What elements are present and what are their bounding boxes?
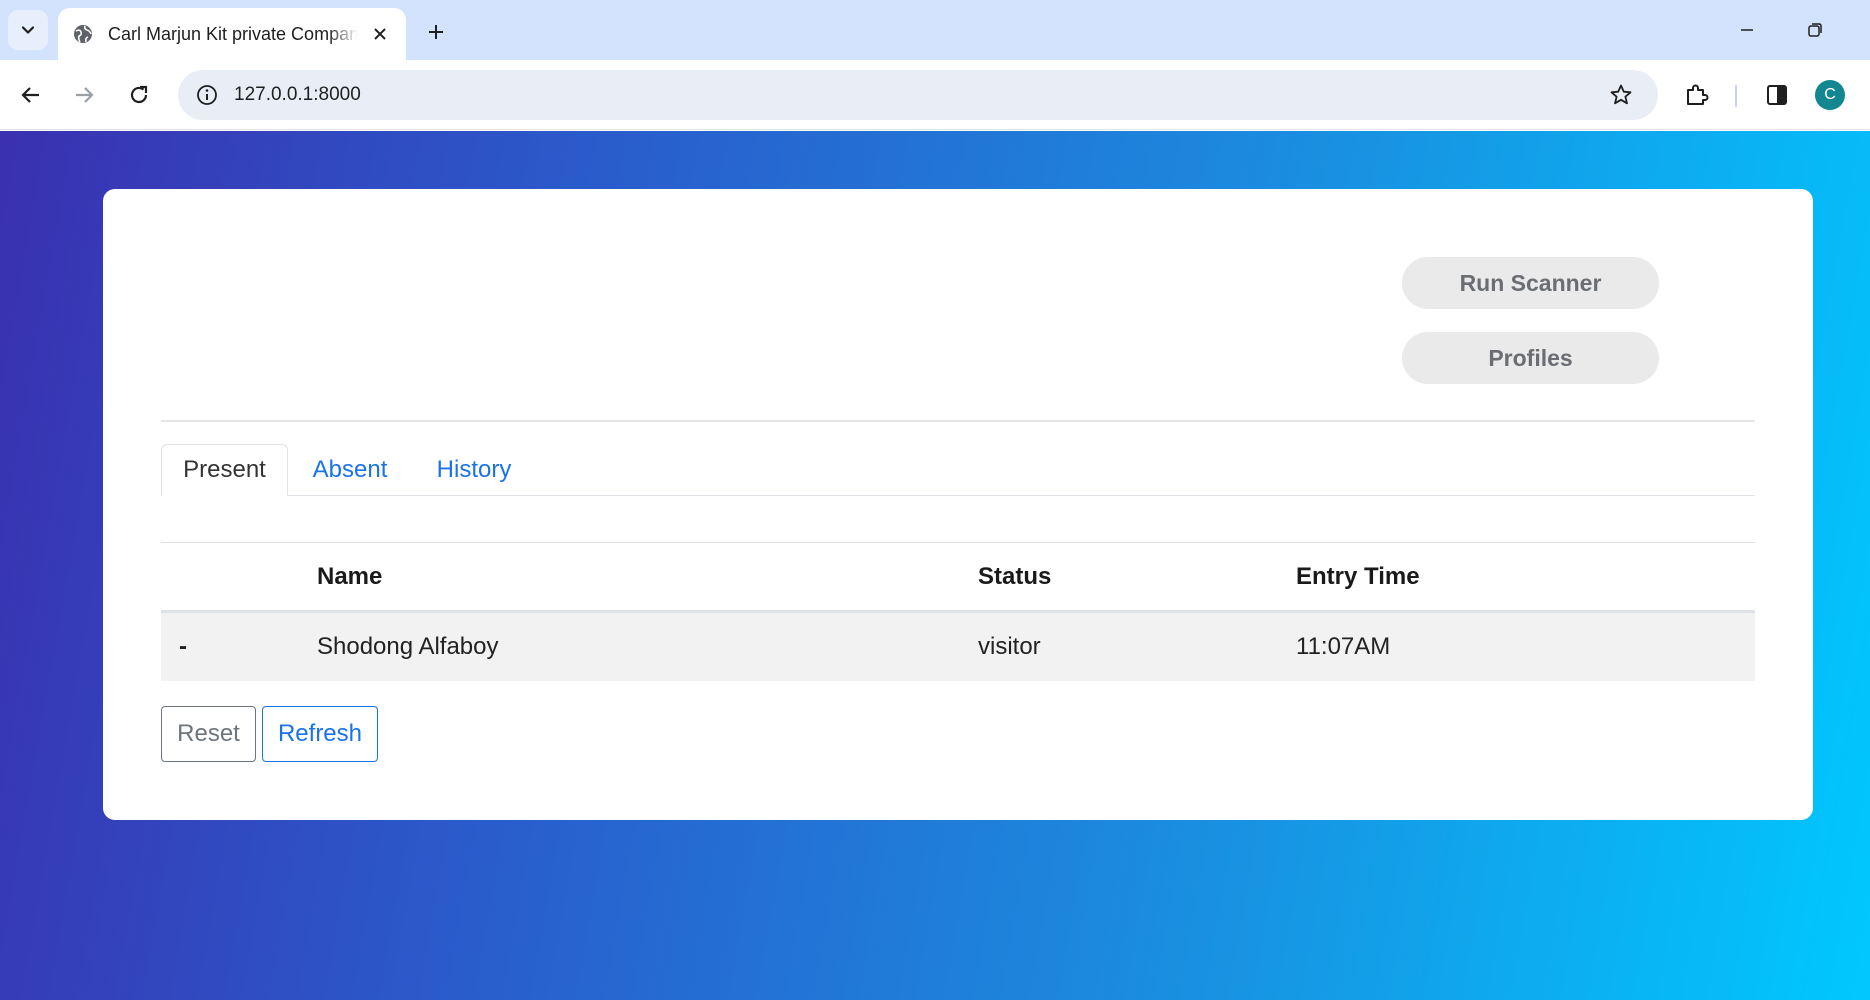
refresh-button[interactable]: Refresh [262,706,378,762]
new-tab-button[interactable] [420,16,452,48]
globe-icon [74,25,92,43]
minimize-button[interactable] [1725,14,1769,46]
reset-button[interactable]: Reset [161,706,256,762]
tab-present[interactable]: Present [161,444,288,496]
bookmark-star-icon[interactable] [1606,80,1636,110]
row-status: visitor [978,633,1041,660]
restore-icon [1808,23,1822,37]
header-entry-time: Entry Time [1296,562,1420,590]
arrow-right-icon [76,87,94,103]
attendance-tabs: Present Absent History [161,444,1755,496]
profile-avatar[interactable]: C [1815,80,1845,110]
back-button[interactable] [13,77,49,113]
page-background: Run Scanner Profiles Present Absent Hist… [0,131,1870,1000]
tab-absent[interactable]: Absent [288,444,412,496]
chevron-down-icon [21,26,35,34]
tab-search-button[interactable] [8,10,48,50]
header-status: Status [978,562,1052,590]
profiles-button[interactable]: Profiles [1402,332,1659,384]
puzzle-icon [1687,84,1709,105]
header-name: Name [317,562,383,590]
address-url: 127.0.0.1:8000 [234,84,361,105]
address-bar[interactable]: 127.0.0.1:8000 [178,70,1658,120]
row-marker: - [179,633,187,660]
reload-icon [130,85,148,104]
browser-tabstrip: Carl Marjun Kit private Company [0,0,1870,60]
site-info-icon[interactable] [192,80,222,110]
row-name: Shodong Alfaboy [317,633,499,660]
close-icon [374,28,386,40]
tab-history[interactable]: History [412,444,536,496]
minimize-icon [1741,29,1753,31]
browser-tab-title: Carl Marjun Kit private Company [108,23,358,44]
side-panel-button[interactable] [1759,77,1795,113]
run-scanner-button[interactable]: Run Scanner [1402,257,1659,309]
reload-button[interactable] [121,77,157,113]
row-entry-time: 11:07AM [1296,633,1391,660]
forward-button[interactable] [66,77,102,113]
arrow-left-icon [21,87,39,103]
side-panel-icon [1767,85,1787,105]
main-card: Run Scanner Profiles Present Absent Hist… [103,189,1813,820]
attendance-table: Name Status Entry Time - Shodong Alfaboy… [161,542,1755,681]
plus-icon [429,25,443,39]
browser-toolbar: 127.0.0.1:8000 [0,60,1870,130]
extensions-button[interactable] [1679,77,1715,113]
tab-close-button[interactable] [368,22,392,46]
toolbar-separator [1735,85,1737,107]
table-header: Name Status Entry Time [161,542,1755,613]
browser-tab-active[interactable]: Carl Marjun Kit private Company [58,8,406,60]
restore-button[interactable] [1793,14,1837,46]
divider [161,420,1755,422]
table-row[interactable]: - Shodong Alfaboy visitor 11:07AM [161,613,1755,681]
